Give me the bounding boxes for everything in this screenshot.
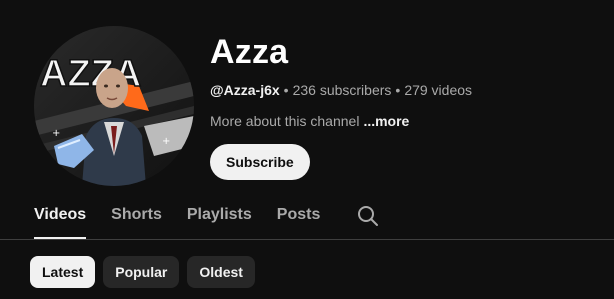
channel-avatar[interactable]: AZZA + + xyxy=(34,26,194,186)
video-count: 279 videos xyxy=(404,82,473,98)
subscribe-button[interactable]: Subscribe xyxy=(210,144,310,180)
more-link[interactable]: ...more xyxy=(363,113,409,129)
chip-latest[interactable]: Latest xyxy=(30,256,96,288)
svg-text:+: + xyxy=(52,128,60,139)
channel-tabs: Videos Shorts Playlists Posts xyxy=(34,200,379,239)
tabs-divider xyxy=(0,239,614,240)
chip-oldest[interactable]: Oldest xyxy=(187,256,255,288)
channel-handle[interactable]: @Azza-j6x xyxy=(210,82,280,98)
search-icon[interactable] xyxy=(357,205,379,227)
channel-page: AZZA + + Azza @Azza-j6x • 236 subscribers •… xyxy=(0,0,614,299)
sort-chips: Latest Popular Oldest xyxy=(30,256,263,288)
chip-popular[interactable]: Popular xyxy=(103,256,180,288)
channel-meta: @Azza-j6x • 236 subscribers • 279 videos xyxy=(210,80,472,100)
svg-text:+: + xyxy=(162,136,170,147)
tab-shorts[interactable]: Shorts xyxy=(111,200,162,239)
meta-separator: • xyxy=(283,82,289,98)
meta-separator: • xyxy=(395,82,401,98)
tab-videos[interactable]: Videos xyxy=(34,200,87,239)
about-text: More about this channel xyxy=(210,113,360,129)
channel-name: Azza xyxy=(210,33,289,71)
about-channel-link[interactable]: More about this channel ...more xyxy=(210,111,409,131)
subscriber-count: 236 subscribers xyxy=(292,82,392,98)
avatar-artwork: AZZA + + xyxy=(34,26,194,186)
tab-playlists[interactable]: Playlists xyxy=(187,200,252,239)
tab-posts[interactable]: Posts xyxy=(277,200,321,239)
